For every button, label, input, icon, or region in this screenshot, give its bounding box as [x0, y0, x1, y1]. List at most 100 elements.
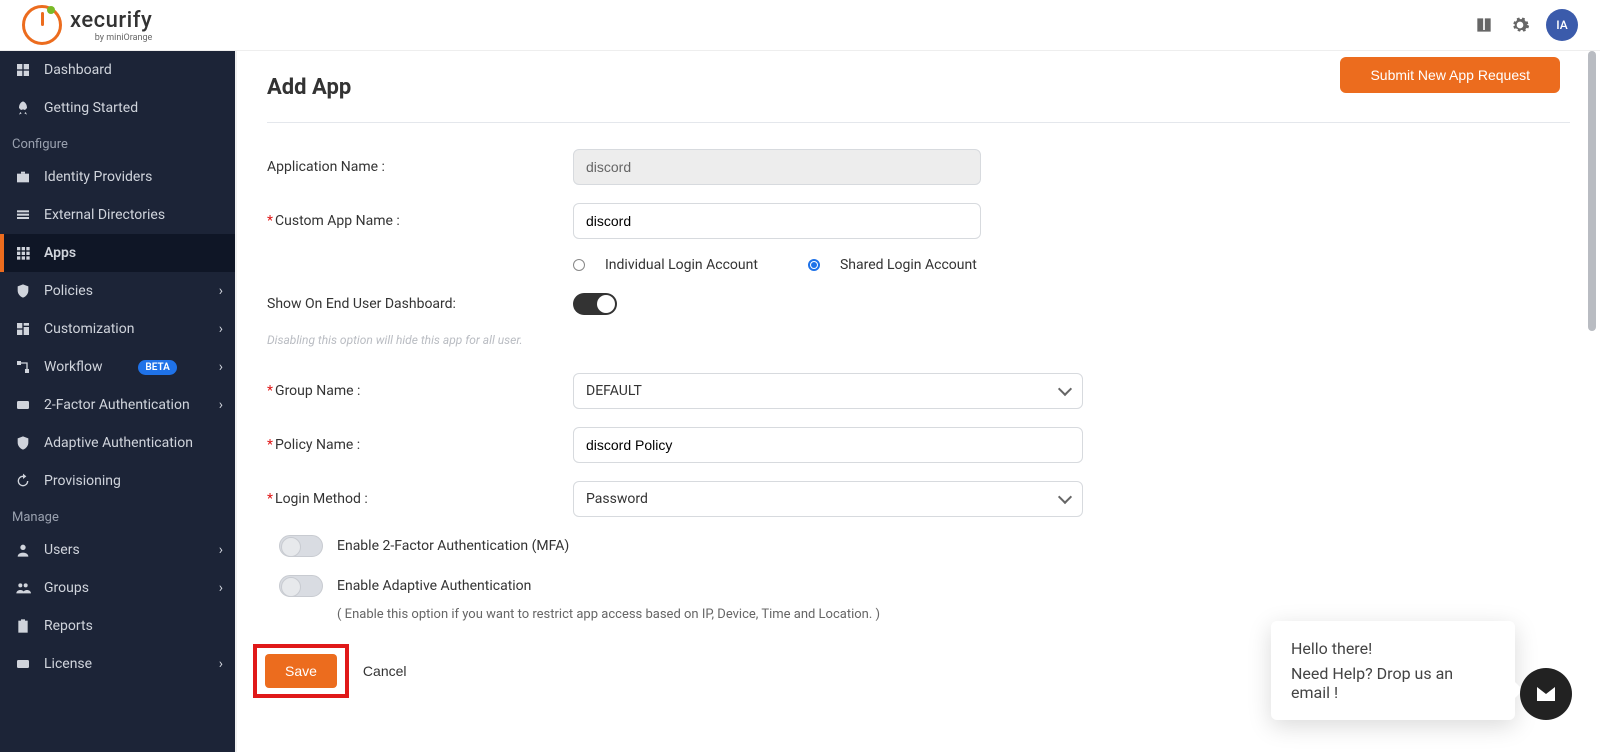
chevron-right-icon: › — [219, 580, 223, 596]
beta-badge: BETA — [138, 360, 176, 375]
number-icon — [14, 396, 32, 414]
save-highlight: Save — [253, 644, 349, 698]
users-icon — [14, 579, 32, 597]
login-method-select[interactable]: Password — [573, 481, 1083, 517]
sidebar-item-label: External Directories — [44, 207, 165, 223]
list-icon — [14, 206, 32, 224]
chat-line1: Hello there! — [1291, 639, 1495, 658]
show-dashboard-toggle[interactable] — [573, 293, 617, 315]
shared-login-radio[interactable]: Shared Login Account — [808, 257, 977, 273]
group-name-select[interactable]: DEFAULT — [573, 373, 1083, 409]
app-name-input — [573, 149, 981, 185]
enable-2fa-toggle[interactable] — [279, 535, 323, 557]
sidebar-item-adaptive-auth[interactable]: Adaptive Authentication — [0, 424, 237, 462]
chevron-down-icon — [1058, 490, 1072, 504]
custom-app-name-label: Custom App Name : — [267, 213, 573, 229]
mail-icon — [1534, 682, 1558, 706]
sidebar-item-label: Identity Providers — [44, 169, 152, 185]
sidebar-item-provisioning[interactable]: Provisioning — [0, 462, 237, 500]
sidebar-item-label: Provisioning — [44, 473, 121, 489]
sidebar-item-label: Groups — [44, 580, 89, 596]
rocket-icon — [14, 99, 32, 117]
dashboard-icon — [14, 61, 32, 79]
sidebar-item-label: Dashboard — [44, 62, 112, 78]
sidebar-item-customization[interactable]: Customization › — [0, 310, 237, 348]
policy-name-label: Policy Name : — [267, 437, 573, 453]
sidebar-item-label: Getting Started — [44, 100, 138, 116]
sidebar-item-label: Customization — [44, 321, 134, 337]
sidebar-item-2fa[interactable]: 2-Factor Authentication › — [0, 386, 237, 424]
chevron-right-icon: › — [219, 542, 223, 558]
sidebar-item-users[interactable]: Users › — [0, 531, 237, 569]
sidebar-item-workflow[interactable]: Workflow BETA › — [0, 348, 237, 386]
avatar[interactable]: IA — [1546, 9, 1578, 41]
enable-adaptive-label: Enable Adaptive Authentication — [337, 578, 531, 594]
policy-name-input[interactable] — [573, 427, 1083, 463]
select-value: DEFAULT — [586, 383, 642, 399]
chevron-right-icon: › — [219, 283, 223, 299]
radio-label: Shared Login Account — [840, 257, 977, 273]
cancel-button[interactable]: Cancel — [363, 644, 407, 698]
scrollbar[interactable] — [1588, 51, 1596, 331]
save-button[interactable]: Save — [265, 654, 337, 688]
card-icon — [14, 655, 32, 673]
chat-fab[interactable] — [1520, 668, 1572, 720]
chevron-right-icon: › — [219, 397, 223, 413]
chat-popup: Hello there! Need Help? Drop us an email… — [1271, 621, 1515, 720]
chat-line2: Need Help? Drop us an email ! — [1291, 664, 1495, 702]
sidebar-item-apps[interactable]: Apps — [0, 234, 237, 272]
sidebar-item-label: Users — [44, 542, 80, 558]
check-shield-icon — [14, 434, 32, 452]
sidebar-item-license[interactable]: License › — [0, 645, 237, 683]
workflow-icon — [14, 358, 32, 376]
sidebar-item-dashboard[interactable]: Dashboard — [0, 51, 237, 89]
radio-label: Individual Login Account — [605, 257, 758, 273]
header: xecurify by miniOrange IA — [0, 0, 1600, 51]
sidebar-item-groups[interactable]: Groups › — [0, 569, 237, 607]
sidebar-item-label: Reports — [44, 618, 93, 634]
clipboard-icon — [14, 617, 32, 635]
chevron-down-icon — [1058, 382, 1072, 396]
sidebar-section-configure: Configure — [0, 127, 237, 158]
custom-app-name-input[interactable] — [573, 203, 981, 239]
enable-2fa-label: Enable 2-Factor Authentication (MFA) — [337, 538, 569, 554]
app-name-label: Application Name : — [267, 159, 573, 175]
show-dashboard-label: Show On End User Dashboard: — [267, 296, 573, 312]
shield-icon — [14, 282, 32, 300]
briefcase-icon — [14, 168, 32, 186]
sidebar-item-reports[interactable]: Reports — [0, 607, 237, 645]
sync-icon — [14, 472, 32, 490]
chevron-right-icon: › — [219, 359, 223, 375]
chevron-right-icon: › — [219, 656, 223, 672]
sidebar-item-policies[interactable]: Policies › — [0, 272, 237, 310]
sidebar-item-label: Apps — [44, 245, 76, 261]
apps-icon — [14, 244, 32, 262]
sidebar-item-label: License — [44, 656, 92, 672]
submit-new-app-button[interactable]: Submit New App Request — [1340, 57, 1560, 93]
brand-sub: by miniOrange — [70, 33, 152, 43]
sidebar-item-label: Policies — [44, 283, 93, 299]
sidebar-item-label: Adaptive Authentication — [44, 435, 193, 451]
sidebar-item-label: 2-Factor Authentication — [44, 397, 190, 413]
sidebar-item-getting-started[interactable]: Getting Started — [0, 89, 237, 127]
sidebar-item-label: Workflow — [44, 359, 103, 375]
radio-checked-icon — [808, 259, 820, 271]
logo[interactable]: xecurify by miniOrange — [22, 5, 152, 45]
sidebar-item-identity-providers[interactable]: Identity Providers — [0, 158, 237, 196]
group-name-label: Group Name : — [267, 383, 573, 399]
sidebar-section-manage: Manage — [0, 500, 237, 531]
individual-login-radio[interactable]: Individual Login Account — [573, 257, 758, 273]
chevron-right-icon: › — [219, 321, 223, 337]
sidebar-item-external-directories[interactable]: External Directories — [0, 196, 237, 234]
separator — [267, 122, 1570, 123]
customize-icon — [14, 320, 32, 338]
login-method-label: Login Method : — [267, 491, 573, 507]
select-value: Password — [586, 491, 648, 507]
radio-unchecked-icon — [573, 259, 585, 271]
brand-name: xecurify — [70, 8, 152, 33]
gear-icon[interactable] — [1510, 15, 1530, 35]
book-icon[interactable] — [1474, 15, 1494, 35]
disable-hint: Disabling this option will hide this app… — [267, 333, 1570, 347]
user-icon — [14, 541, 32, 559]
enable-adaptive-toggle[interactable] — [279, 575, 323, 597]
